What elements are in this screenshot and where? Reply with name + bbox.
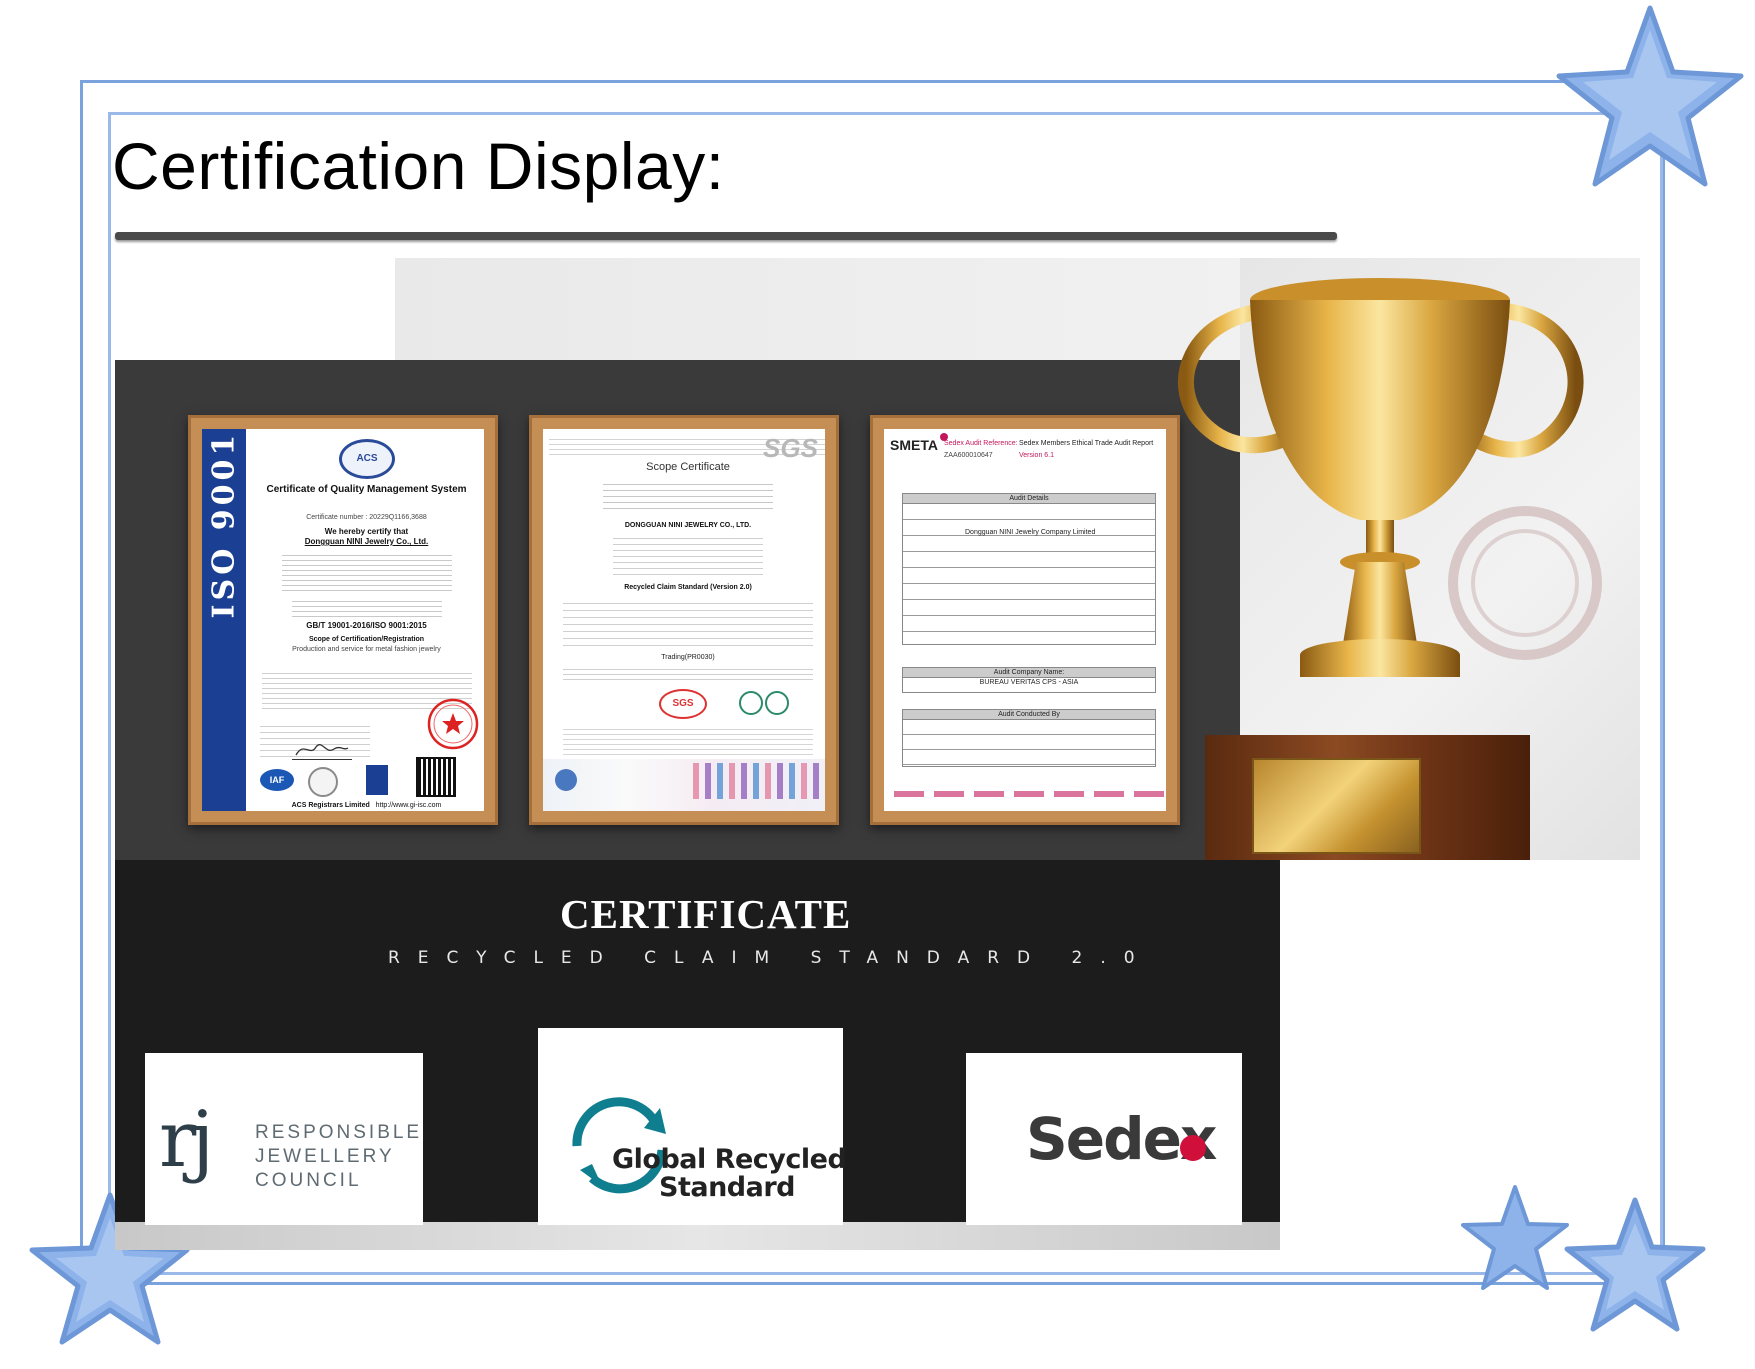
certificate-sgs-paper: SGS Scope Certificate DONGGUAN NINI JEWE… xyxy=(543,429,825,811)
iso-url: http://www.gi-isc.com xyxy=(375,802,442,809)
banner-heading: CERTIFICATE xyxy=(560,891,852,937)
smeta-business-name: Dongguan NINI Jewelry Company Limited xyxy=(965,529,1096,536)
iso-standard: GB/T 19001-2016/ISO 9001:2015 xyxy=(306,621,427,630)
certificate-iso-9001: ISO 9001 ACS Certificate of Quality Mana… xyxy=(188,415,498,825)
rjc-text: RESPONSIBLE JEWELLERY COUNCIL xyxy=(255,1121,422,1193)
recycled-badge-1 xyxy=(739,691,763,715)
smeta-version: Version 6.1 xyxy=(1019,452,1055,459)
iso-red-seal xyxy=(427,698,479,750)
iso-company: Dongguan NINI Jewelry Co., Ltd. xyxy=(304,537,429,546)
grs-line-2: Standard xyxy=(659,1172,795,1203)
iso-body-text-2 xyxy=(292,597,442,617)
acs-logo: ACS xyxy=(339,439,395,479)
page-title: Certification Display: xyxy=(112,129,725,203)
trophy-plate xyxy=(1252,758,1421,854)
smeta-conducted-table: Audit Conducted By xyxy=(902,709,1156,767)
title-underline xyxy=(115,232,1337,240)
banner-subheading: RECYCLED CLAIM STANDARD 2.0 xyxy=(388,948,1153,968)
iso-certify-text: We hereby certify that xyxy=(324,527,409,536)
smeta-table-rows xyxy=(903,504,1155,642)
iaf-badge: IAF xyxy=(260,769,294,791)
logo-card-sedex: Sedex xyxy=(966,1053,1242,1225)
smeta-company-label: Audit Company Name: xyxy=(903,668,1155,678)
iso-cert-title: Certificate of Quality Management System xyxy=(266,484,467,495)
star-icon-top-right xyxy=(1556,5,1744,187)
certificate-smeta-paper: SMETA Sedex Audit Reference: ZAA60001064… xyxy=(884,429,1166,811)
smeta-company-table: Audit Company Name: BUREAU VERITAS CPS -… xyxy=(902,667,1156,693)
accreditation-badge xyxy=(308,767,338,797)
sedex-dot-icon xyxy=(1180,1135,1206,1161)
rjc-line-3: COUNCIL xyxy=(255,1170,362,1191)
iso-signature xyxy=(292,739,352,760)
sgs-cert-numbers xyxy=(603,479,773,509)
grs-text: Global Recycled Standard xyxy=(612,1144,847,1203)
star-icon-bottom-right-small xyxy=(1461,1185,1569,1290)
sgs-stamp: SGS xyxy=(659,689,707,719)
sgs-fine-print xyxy=(563,725,813,755)
iso-cert-number: Certificate number : 20229Q1166,3688 xyxy=(306,514,427,521)
rjc-mark: rj xyxy=(159,1095,215,1185)
grs-line-1: Global Recycled xyxy=(612,1144,847,1175)
iso-footer: ACS Registrars Limited http://www.gi-isc… xyxy=(254,801,479,810)
sgs-address xyxy=(613,533,763,577)
iso-scope: Production and service for metal fashion… xyxy=(292,646,441,653)
logo-card-grs: Global Recycled Standard xyxy=(538,1028,847,1225)
iso-registrar: ACS Registrars Limited xyxy=(291,802,370,809)
smeta-ref: ZAA600010647 xyxy=(944,452,993,459)
backdrop-floor xyxy=(115,1222,1280,1250)
sgs-trading: Trading(PR0030) xyxy=(661,654,715,661)
smeta-conducted-label: Audit Conducted By xyxy=(903,710,1155,720)
ukas-badge xyxy=(366,765,388,795)
smeta-brand: SMETA xyxy=(890,437,938,453)
sgs-ribbon-graphic xyxy=(693,763,823,799)
rjc-line-1: RESPONSIBLE xyxy=(255,1122,423,1143)
smeta-audit-table: Audit Details Dongguan NINI Jewelry Comp… xyxy=(902,493,1156,645)
sgs-validity xyxy=(563,665,813,683)
sgs-footer-band xyxy=(543,759,825,811)
rjc-line-2: JEWELLERY xyxy=(255,1146,395,1167)
star-icon-bottom-right xyxy=(1564,1197,1706,1332)
smeta-report-title: Sedex Members Ethical Trade Audit Report xyxy=(1019,440,1154,447)
qr-code xyxy=(416,757,456,797)
smeta-ref-label: Sedex Audit Reference: xyxy=(944,440,1018,447)
recycled-badge-2 xyxy=(765,691,789,715)
certificate-smeta: SMETA Sedex Audit Reference: ZAA60001064… xyxy=(870,415,1180,825)
smeta-footer-line xyxy=(894,791,1164,797)
certificate-iso-paper: ISO 9001 ACS Certificate of Quality Mana… xyxy=(202,429,484,811)
smeta-conducted-rows xyxy=(903,720,1155,766)
sgs-brand: SGS xyxy=(763,433,818,463)
sgs-company: DONGGUAN NINI JEWELRY CO., LTD. xyxy=(624,522,752,529)
trophy-icon xyxy=(1177,278,1584,677)
iso-body-text xyxy=(282,551,452,591)
logo-card-rjc: rj RESPONSIBLE JEWELLERY COUNCIL xyxy=(145,1053,423,1225)
globe-icon xyxy=(555,769,577,791)
smeta-company: BUREAU VERITAS CPS - ASIA xyxy=(979,679,1079,686)
smeta-section-details: Audit Details xyxy=(903,494,1155,504)
sgs-standard: Recycled Claim Standard (Version 2.0) xyxy=(624,584,752,591)
iso-side-label: ISO 9001 xyxy=(206,430,242,619)
sgs-title: Scope Certificate xyxy=(646,461,730,473)
sgs-scope-text xyxy=(563,597,813,651)
iso-scope-title: Scope of Certification/Registration xyxy=(308,636,425,643)
certificate-sgs-rcs: SGS Scope Certificate DONGGUAN NINI JEWE… xyxy=(529,415,839,825)
